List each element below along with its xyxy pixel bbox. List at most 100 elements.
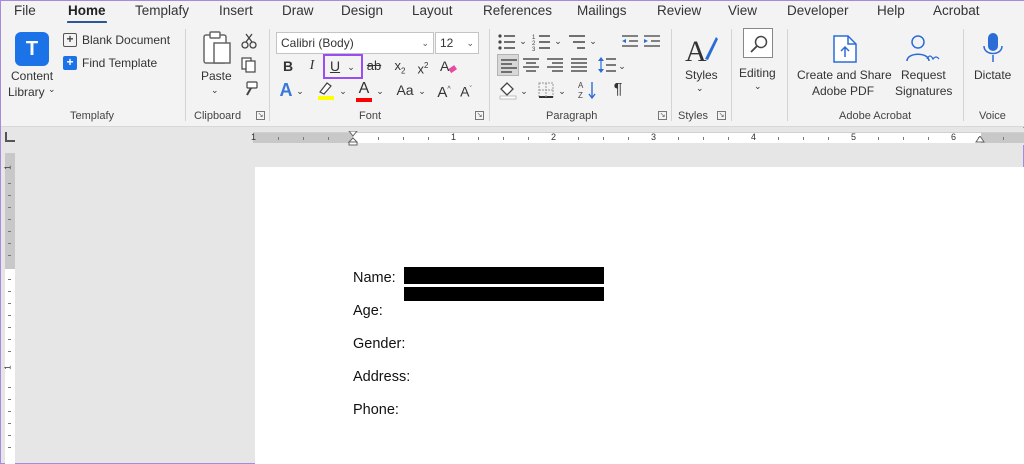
cut-icon[interactable] [241, 33, 257, 49]
create-pdf-icon[interactable] [831, 33, 861, 65]
borders-icon[interactable] [538, 82, 554, 98]
chevron-down-icon[interactable]: ⌄ [553, 31, 563, 53]
tab-insert[interactable]: Insert [219, 3, 253, 18]
ruler-number: 4 [751, 132, 757, 142]
indent-marker-icon[interactable] [348, 131, 358, 146]
create-share-pdf-label-2[interactable]: Adobe PDF [812, 84, 874, 98]
increase-indent-icon[interactable] [643, 34, 661, 50]
strikethrough-button[interactable]: ab [365, 56, 383, 78]
tab-references[interactable]: References [483, 3, 552, 18]
bullets-icon[interactable] [497, 33, 517, 51]
group-label-paragraph: Paragraph [546, 110, 598, 122]
editing-button[interactable] [743, 28, 773, 58]
request-signatures-icon[interactable] [905, 33, 941, 65]
tab-help[interactable]: Help [877, 3, 905, 18]
grow-font-button[interactable]: A^ [437, 80, 451, 102]
group-separator [787, 29, 788, 121]
styles-chevron-icon[interactable]: ⌄ [696, 83, 704, 94]
request-signatures-label-1[interactable]: Request [901, 68, 946, 82]
group-label-adobe-acrobat: Adobe Acrobat [839, 110, 912, 122]
create-share-pdf-label-1[interactable]: Create and Share [797, 68, 892, 82]
styles-icon[interactable]: A [683, 31, 719, 67]
styles-launcher-icon[interactable]: ↘ [717, 111, 726, 120]
group-label-clipboard: Clipboard [194, 110, 242, 122]
horizontal-ruler[interactable]: 1 1 2 3 4 5 6 [251, 131, 1024, 146]
find-template-button[interactable]: Find Template [82, 56, 157, 70]
redaction-bar [404, 287, 604, 301]
dictate-button[interactable]: Dictate [974, 68, 1011, 82]
font-launcher-icon[interactable]: ↘ [475, 111, 484, 120]
svg-text:A: A [578, 81, 584, 90]
styles-button[interactable]: Styles [685, 68, 718, 82]
request-signatures-label-2[interactable]: Signatures [895, 84, 952, 98]
chevron-down-icon[interactable]: ⌄ [338, 81, 348, 103]
font-name-value: Calibri (Body) [281, 36, 354, 50]
tab-acrobat[interactable]: Acrobat [933, 3, 980, 18]
tab-file[interactable]: File [14, 3, 36, 18]
sort-icon[interactable]: A Z [578, 80, 598, 100]
editing-chevron-icon[interactable]: ⌄ [754, 81, 762, 92]
tab-developer[interactable]: Developer [787, 3, 849, 18]
paste-button[interactable]: Paste [201, 69, 232, 83]
chevron-down-icon[interactable]: ⌄ [466, 33, 474, 53]
paste-icon[interactable] [201, 31, 233, 65]
tab-draw[interactable]: Draw [282, 3, 314, 18]
align-right-icon[interactable] [547, 57, 563, 73]
multilevel-list-icon[interactable] [567, 33, 587, 51]
shrink-font-button[interactable]: Aˇ [459, 80, 473, 102]
clipboard-launcher-icon[interactable]: ↘ [256, 111, 265, 120]
bold-button[interactable]: B [281, 56, 295, 78]
chevron-down-icon[interactable]: ⌄ [421, 33, 429, 53]
tab-mailings[interactable]: Mailings [577, 3, 627, 18]
clear-formatting-icon[interactable]: A [440, 58, 458, 76]
font-color-button[interactable]: A [355, 79, 373, 103]
shading-icon[interactable] [498, 80, 518, 100]
decrease-indent-icon[interactable] [621, 34, 639, 50]
tab-review[interactable]: Review [657, 3, 701, 18]
chevron-down-icon[interactable]: ⌄ [588, 31, 598, 53]
text-effects-button[interactable]: A [278, 80, 294, 102]
right-indent-marker-icon[interactable] [975, 136, 985, 144]
microphone-icon[interactable] [981, 31, 1005, 65]
document-page[interactable]: Name: Age: Gender: Address: Phone: [255, 167, 1024, 464]
paragraph-launcher-icon[interactable]: ↘ [658, 111, 667, 120]
tab-templafy[interactable]: Templafy [135, 3, 189, 18]
format-painter-icon[interactable] [241, 81, 259, 97]
font-name-combo[interactable]: Calibri (Body) ⌄ [276, 32, 434, 54]
italic-button[interactable]: I [305, 56, 319, 78]
group-separator [185, 29, 186, 121]
align-center-icon[interactable] [523, 57, 539, 73]
chevron-down-icon[interactable]: ⌄ [48, 84, 56, 95]
line-spacing-icon[interactable] [598, 56, 616, 74]
group-label-styles: Styles [678, 110, 708, 122]
change-case-button[interactable]: Aa [394, 80, 416, 102]
ribbon: T Content Library ⌄ + Blank Document + F… [1, 23, 1024, 127]
superscript-button[interactable]: x2 [414, 56, 432, 78]
chevron-down-icon[interactable]: ⌄ [557, 81, 567, 103]
tab-selector-icon[interactable] [5, 132, 15, 142]
chevron-down-icon[interactable]: ⌄ [519, 81, 529, 103]
align-left-button[interactable] [497, 54, 519, 76]
chevron-down-icon[interactable]: ⌄ [518, 31, 528, 53]
content-library-button[interactable]: T [15, 32, 49, 66]
tab-design[interactable]: Design [341, 3, 383, 18]
chevron-down-icon[interactable]: ⌄ [617, 56, 627, 78]
field-gender-label: Gender: [353, 336, 406, 352]
font-size-combo[interactable]: 12 ⌄ [435, 32, 479, 54]
chevron-down-icon[interactable]: ⌄ [375, 81, 385, 103]
numbering-icon[interactable]: 1 2 3 [532, 33, 552, 51]
editing-label[interactable]: Editing [739, 66, 776, 80]
tab-layout[interactable]: Layout [412, 3, 453, 18]
blank-document-button[interactable]: Blank Document [82, 33, 170, 47]
chevron-down-icon[interactable]: ⌄ [417, 81, 427, 103]
vertical-ruler[interactable]: 1 1 [4, 153, 15, 464]
paste-chevron-icon[interactable]: ⌄ [211, 85, 219, 96]
tab-home[interactable]: Home [68, 3, 106, 18]
justify-icon[interactable] [571, 57, 587, 73]
subscript-button[interactable]: x2 [391, 56, 409, 78]
copy-icon[interactable] [241, 57, 257, 73]
highlighter-icon[interactable] [316, 81, 336, 101]
tab-view[interactable]: View [728, 3, 757, 18]
show-formatting-button[interactable]: ¶ [610, 80, 626, 102]
chevron-down-icon[interactable]: ⌄ [295, 81, 305, 103]
